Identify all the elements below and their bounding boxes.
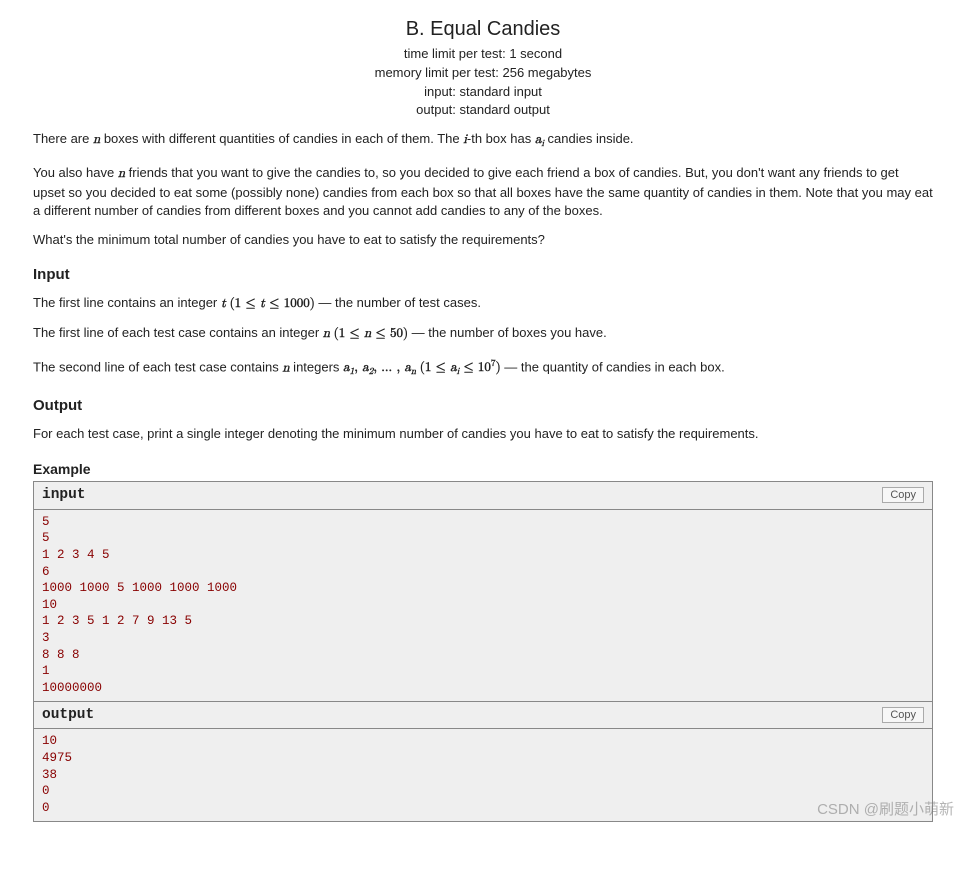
- text-fragment: The second line of each test case contai…: [33, 359, 282, 374]
- math-var-n: n: [323, 327, 330, 340]
- math-range-a: (1 ≤ ai ≤ 107): [420, 361, 501, 374]
- output-file: output: standard output: [33, 101, 933, 120]
- text-fragment: There are: [33, 131, 93, 146]
- text-fragment: -th box has: [467, 131, 535, 146]
- statement-paragraph-2: You also have n friends that you want to…: [33, 164, 933, 222]
- example-input-box: input Copy 5 5 1 2 3 4 5 6 1000 1000 5 1…: [33, 481, 933, 702]
- input-line-3: The second line of each test case contai…: [33, 354, 933, 382]
- text-fragment: The first line contains an integer: [33, 295, 221, 310]
- copy-input-button[interactable]: Copy: [882, 487, 924, 503]
- text-fragment: The first line of each test case contain…: [33, 325, 323, 340]
- example-output-header: output Copy: [34, 702, 932, 730]
- text-fragment: — the number of test cases.: [315, 295, 481, 310]
- memory-limit: memory limit per test: 256 megabytes: [33, 64, 933, 83]
- math-var-n: n: [118, 167, 125, 180]
- math-var-n: n: [282, 361, 289, 374]
- example-input-content: 5 5 1 2 3 4 5 6 1000 1000 5 1000 1000 10…: [34, 510, 932, 701]
- example-output-box: output Copy 10 4975 38 0 0: [33, 701, 933, 822]
- example-output-content: 10 4975 38 0 0: [34, 729, 932, 820]
- input-heading: Input: [33, 266, 933, 285]
- text-fragment: — the quantity of candies in each box.: [501, 359, 725, 374]
- example-input-header: input Copy: [34, 482, 932, 510]
- example-input-label: input: [42, 486, 86, 505]
- input-line-2: The first line of each test case contain…: [33, 324, 933, 344]
- math-a-list: a1, a2, … , an: [343, 361, 416, 374]
- statement-paragraph-3: What's the minimum total number of candi…: [33, 231, 933, 250]
- input-line-1: The first line contains an integer t (1 …: [33, 294, 933, 314]
- math-range-t: (1 ≤ t ≤ 1000): [230, 297, 315, 310]
- output-heading: Output: [33, 397, 933, 416]
- math-subscript: i: [541, 138, 544, 148]
- input-file: input: standard input: [33, 83, 933, 102]
- output-paragraph: For each test case, print a single integ…: [33, 425, 933, 444]
- time-limit: time limit per test: 1 second: [33, 45, 933, 64]
- text-fragment: You also have: [33, 165, 118, 180]
- math-range-n: (1 ≤ n ≤ 50): [334, 327, 408, 340]
- example-output-label: output: [42, 706, 94, 725]
- math-var-t: t: [221, 297, 226, 310]
- text-fragment: friends that you want to give the candie…: [33, 165, 933, 219]
- copy-output-button[interactable]: Copy: [882, 707, 924, 723]
- example-heading: Example: [33, 460, 933, 479]
- statement-paragraph-1: There are n boxes with different quantit…: [33, 130, 933, 153]
- text-fragment: integers: [290, 359, 343, 374]
- text-fragment: — the number of boxes you have.: [408, 325, 607, 340]
- text-fragment: candies inside.: [544, 131, 634, 146]
- text-fragment: boxes with different quantities of candi…: [100, 131, 463, 146]
- problem-title: B. Equal Candies: [33, 20, 933, 39]
